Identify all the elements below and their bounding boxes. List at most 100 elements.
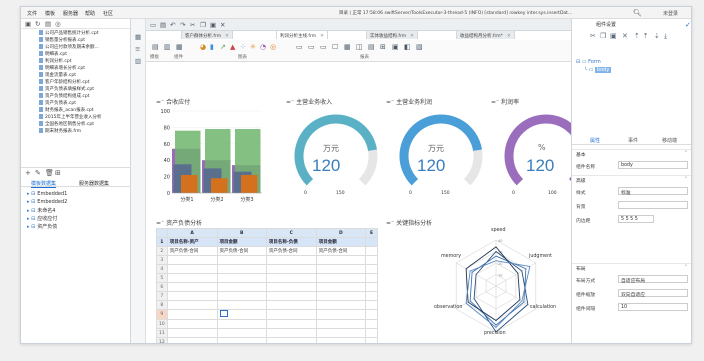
table-cell[interactable] xyxy=(315,319,367,329)
edit-icon[interactable]: ✎ xyxy=(35,169,41,177)
table-cell[interactable] xyxy=(315,337,367,343)
table-cell[interactable] xyxy=(315,273,367,283)
table-cell[interactable] xyxy=(315,300,367,310)
table-cell[interactable] xyxy=(166,282,218,292)
row-header[interactable]: 1 xyxy=(156,237,168,247)
label-icon[interactable]: ⊞ xyxy=(380,43,386,51)
row-header[interactable]: 3 xyxy=(156,255,168,265)
table-cell[interactable] xyxy=(365,237,378,247)
table-cell[interactable] xyxy=(216,300,267,310)
tab-properties[interactable]: 属性 xyxy=(590,137,600,144)
open-icon[interactable]: ▤ xyxy=(160,21,166,29)
widget-gap-field[interactable]: 10 xyxy=(618,303,688,311)
row-header[interactable]: 8 xyxy=(156,300,168,310)
section-layout[interactable]: 布局 ⌃ xyxy=(572,263,691,272)
list-item[interactable]: 销售量分析报表.cpt xyxy=(39,37,85,44)
list-item[interactable]: 现金流量表.cpt xyxy=(39,72,76,79)
table-cell[interactable]: 项目金额 xyxy=(315,237,367,247)
table-cell[interactable] xyxy=(365,255,378,265)
menu-file[interactable]: 文件 xyxy=(27,10,37,17)
table-cell[interactable] xyxy=(365,309,378,320)
tree-icon[interactable]: ▤ xyxy=(368,43,375,51)
table-cell[interactable] xyxy=(265,282,317,292)
table-cell[interactable] xyxy=(166,337,218,343)
table-cell[interactable] xyxy=(216,328,267,338)
cut-icon[interactable]: ✂ xyxy=(190,21,195,29)
copy-icon[interactable]: ❐ xyxy=(200,21,206,29)
column-header[interactable]: C xyxy=(265,228,317,238)
textbox-icon[interactable]: ▭ xyxy=(296,43,303,51)
list-item[interactable]: 公司应付款项及期末余额... xyxy=(39,44,99,51)
date-icon[interactable]: ▦ xyxy=(344,43,351,51)
gauge-chart-icon[interactable]: ◔ xyxy=(260,43,266,51)
list-item[interactable]: 资产负债表.cpt xyxy=(39,100,76,107)
table-cell[interactable] xyxy=(265,291,317,301)
table-cell[interactable]: 项目名称-负债 xyxy=(265,237,317,247)
table-cell[interactable] xyxy=(265,319,317,329)
radio-icon[interactable]: ◫ xyxy=(356,43,363,51)
bar-chart-icon[interactable]: ▮ xyxy=(210,43,214,51)
cut-icon[interactable]: ✂ xyxy=(590,32,596,40)
menu-template[interactable]: 模板 xyxy=(45,10,55,17)
scatter-chart-icon[interactable]: ⁘ xyxy=(240,43,246,51)
table-cell[interactable] xyxy=(216,309,267,320)
locate-icon[interactable]: ◎ xyxy=(55,20,61,28)
table-cell[interactable] xyxy=(315,255,367,265)
layout-icon[interactable]: ≡ xyxy=(135,45,140,53)
image-icon[interactable]: ▧ xyxy=(416,43,423,51)
preview-icon[interactable]: ⊞ xyxy=(55,169,61,177)
doc-tab[interactable]: 客户群体分析.frm ✕ xyxy=(181,30,233,39)
move-top-icon[interactable]: ⤒ xyxy=(644,32,647,41)
table-cell[interactable]: 资产负债-合同 xyxy=(166,246,218,256)
component-icon[interactable]: ▦ xyxy=(135,33,141,41)
tab-template-datasets[interactable]: 模板数据集 xyxy=(31,180,57,188)
tab-layout-icon[interactable]: ◧ xyxy=(404,43,411,51)
style-select[interactable]: 标准 xyxy=(618,187,688,196)
table-cell[interactable] xyxy=(166,264,218,274)
undo-icon[interactable]: ↶ xyxy=(170,21,175,29)
section-advanced[interactable]: 高级 ⌃ xyxy=(572,175,691,184)
column-header[interactable]: D xyxy=(315,228,367,238)
table-cell[interactable] xyxy=(365,273,378,283)
list-item[interactable]: 明细表增长分析.cpt xyxy=(39,65,85,72)
close-tab-icon[interactable]: ✕ xyxy=(320,34,324,39)
table-cell[interactable] xyxy=(365,319,378,329)
search-icon[interactable]: 🔍︎ xyxy=(633,9,642,17)
table-cell[interactable] xyxy=(216,282,267,292)
move-bottom-icon[interactable]: ⤓ xyxy=(664,32,667,41)
table-cell[interactable] xyxy=(365,246,378,256)
lock-icon[interactable]: ▤ xyxy=(45,20,51,28)
close-tab-icon[interactable]: ✕ xyxy=(225,34,229,39)
balance-sheet-grid[interactable]: A B C D E 1 项目名称-资产 项目金额 项目名称-负债 项目金额 2 … xyxy=(156,228,378,343)
table-cell[interactable] xyxy=(265,309,317,320)
area-chart-icon[interactable]: ▲ xyxy=(230,43,235,51)
background-field[interactable] xyxy=(618,201,688,209)
table-cell[interactable] xyxy=(315,309,367,320)
list-item[interactable]: 期末财务报表.frm xyxy=(39,128,81,135)
widget-scale-select[interactable]: 双向自适应 xyxy=(618,289,688,298)
table-cell[interactable] xyxy=(265,300,317,310)
doc-tab[interactable]: 收益结构月分析.frm* ✕ xyxy=(456,30,515,39)
table-cell[interactable] xyxy=(265,264,317,274)
table-cell[interactable]: 资产负债-合同 xyxy=(315,246,367,256)
table-cell[interactable] xyxy=(365,337,378,343)
list-item[interactable]: 公司产品销售统计分析.cpt xyxy=(39,30,99,37)
row-header[interactable]: 4 xyxy=(156,264,168,274)
menu-help[interactable]: 帮助 xyxy=(85,10,95,17)
list-item[interactable]: 2015年上半年营业收入分析 xyxy=(39,114,101,121)
list-item[interactable]: 客户年龄结构分析.cpt xyxy=(39,79,90,86)
row-header[interactable]: 5 xyxy=(156,273,168,283)
table-cell[interactable] xyxy=(166,273,218,283)
user-status[interactable]: 未登录 xyxy=(663,10,678,17)
list-item[interactable]: 资产负债结构组成.cpt xyxy=(39,93,90,100)
delete-icon[interactable]: 🗑︎ xyxy=(45,169,54,177)
table-cell[interactable] xyxy=(315,291,367,301)
paste-icon[interactable]: ▣ xyxy=(610,32,617,40)
table-cell[interactable] xyxy=(365,328,378,338)
pie-chart-icon[interactable]: ◕ xyxy=(200,43,206,51)
menu-community[interactable]: 社区 xyxy=(103,10,113,17)
table-cell[interactable]: 资产负债-合同 xyxy=(265,246,317,256)
new-icon[interactable]: ▭ xyxy=(150,21,156,29)
table-cell[interactable] xyxy=(365,282,378,292)
dataset-item[interactable]: ▸ ⊟ 应收应付 xyxy=(27,215,57,222)
